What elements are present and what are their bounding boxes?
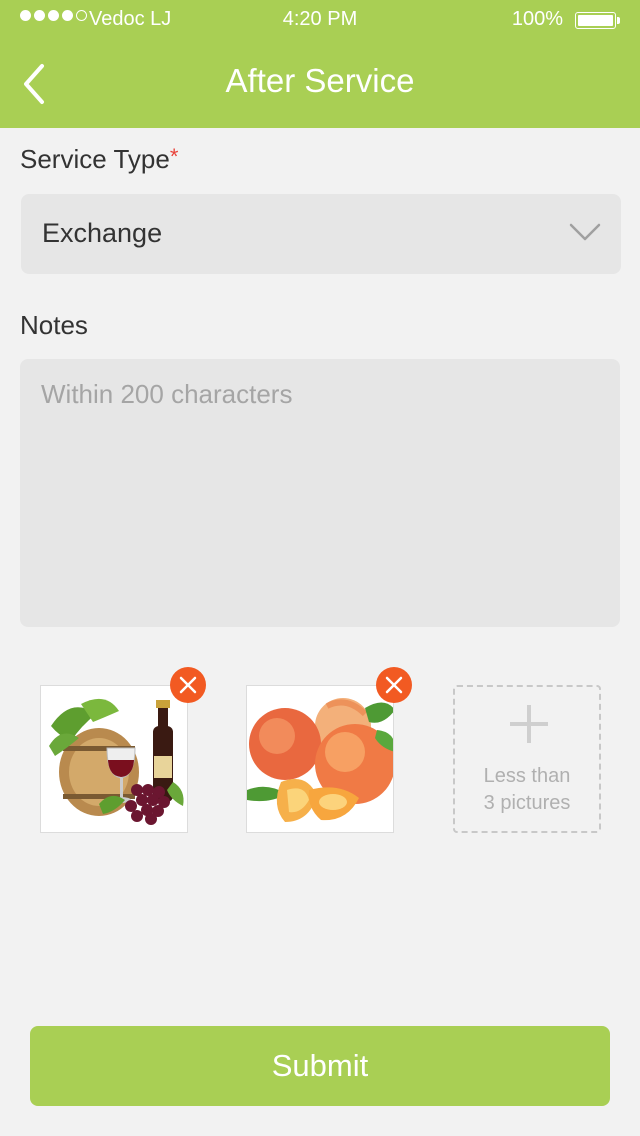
close-icon <box>179 676 197 694</box>
status-bar: Vedoc LJ 4:20 PM 100% <box>0 0 640 40</box>
picture-thumbnail-wine[interactable] <box>40 685 188 833</box>
add-picture-button[interactable]: Less than 3 pictures <box>453 685 601 833</box>
remove-picture-button[interactable] <box>170 667 206 703</box>
peaches-image <box>247 686 393 832</box>
battery-percent: 100% <box>511 8 563 30</box>
page-title: After Service <box>225 62 415 99</box>
submit-button[interactable]: Submit <box>30 1026 610 1106</box>
notes-input[interactable] <box>20 359 620 627</box>
remove-picture-button[interactable] <box>376 667 412 703</box>
wine-grapes-image <box>41 686 187 832</box>
required-mark: * <box>169 144 179 169</box>
chevron-down-icon <box>569 223 601 241</box>
service-type-label-text: Service Type <box>20 144 170 174</box>
add-picture-hint: Less than 3 pictures <box>455 763 599 817</box>
nav-header: Vedoc LJ 4:20 PM 100% After Service <box>0 0 640 128</box>
service-type-label: Service Type* <box>20 144 178 175</box>
plus-icon <box>510 705 548 743</box>
service-type-select[interactable]: Exchange <box>21 194 621 274</box>
notes-label: Notes <box>20 310 88 340</box>
battery-icon <box>575 12 620 29</box>
picture-thumbnail-peaches[interactable] <box>246 685 394 833</box>
service-type-value: Exchange <box>42 218 163 248</box>
add-picture-hint-line2: 3 pictures <box>483 792 571 814</box>
add-picture-hint-line1: Less than <box>483 765 571 787</box>
close-icon <box>385 676 403 694</box>
